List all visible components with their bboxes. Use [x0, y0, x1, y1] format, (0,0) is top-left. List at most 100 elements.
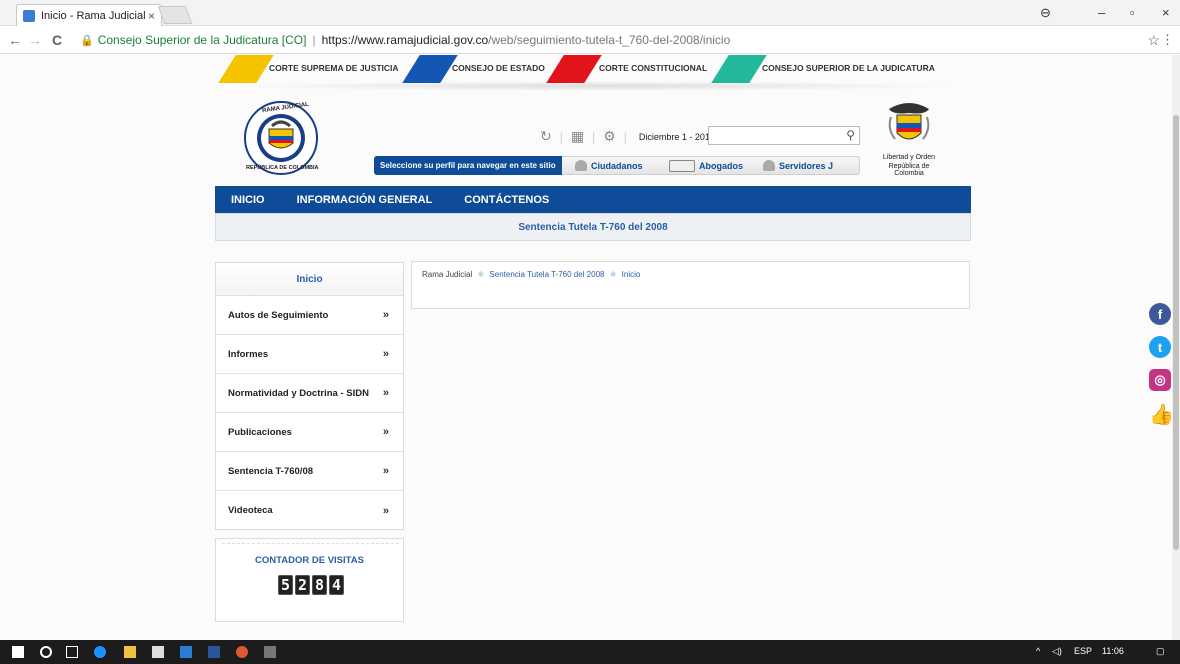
notifications-icon[interactable]: ▢ [1156, 646, 1165, 657]
tab-close-icon[interactable]: × [148, 9, 155, 23]
app-icon[interactable] [264, 646, 276, 658]
link-consejo-superior[interactable]: CONSEJO SUPERIOR DE LA JUDICATURA [762, 63, 935, 73]
link-corte-constitucional[interactable]: CORTE CONSTITUCIONAL [599, 63, 707, 73]
breadcrumb-root[interactable]: Rama Judicial [422, 270, 472, 279]
chrome-icon[interactable] [236, 646, 248, 658]
file-explorer-icon[interactable] [124, 646, 136, 658]
thumbs-up-icon[interactable]: 👍 [1149, 402, 1172, 427]
instagram-icon[interactable]: ◎ [1149, 369, 1171, 391]
language-indicator[interactable]: ESP [1074, 646, 1092, 656]
browser-tab-bar: Inicio - Rama Judicial × ⊖ – ▫ × [0, 0, 1180, 26]
lock-icon: 🔒 [80, 34, 94, 47]
counter-digit: 4 [329, 575, 344, 595]
sidebar-item-sentencia[interactable]: Sentencia T-760/08 » [216, 452, 403, 491]
sidebar-item-label: Videoteca [228, 505, 273, 516]
profile-servidores-button[interactable]: Servidores J [763, 157, 833, 174]
sidebar-item-autos[interactable]: Autos de Seguimiento » [216, 296, 403, 335]
nav-informacion-general[interactable]: INFORMACIÓN GENERAL [281, 194, 449, 206]
divider [222, 543, 399, 544]
page-scrollbar[interactable] [1172, 55, 1180, 640]
tool-divider: | [559, 129, 563, 144]
facebook-icon[interactable]: f [1149, 303, 1171, 325]
chevron-right-icon: » [382, 309, 389, 321]
sidebar-item-label: Autos de Seguimiento [228, 309, 329, 321]
twitter-icon[interactable]: t [1149, 336, 1171, 358]
sidebar-item-label: Informes [228, 348, 269, 360]
sidebar-heading[interactable]: Inicio [216, 263, 403, 296]
restore-button[interactable]: ▫ [1130, 5, 1135, 20]
sidebar-item-informes[interactable]: Informes » [216, 335, 403, 374]
chevron-right-icon: » [382, 387, 389, 399]
coat-caption-1: Libertad y Orden [882, 154, 936, 161]
task-view-icon[interactable] [66, 646, 78, 658]
site-search-input[interactable]: ⚲ [708, 126, 860, 145]
word-icon[interactable] [208, 646, 220, 658]
branch-color-stripe [402, 55, 458, 83]
counter-digit: 2 [295, 575, 310, 595]
colombia-coat-of-arms: Libertad y Orden República de Colombia [873, 99, 945, 177]
account-icon[interactable]: ⊖ [1040, 5, 1051, 21]
store-icon[interactable] [152, 646, 164, 658]
search-icon[interactable] [40, 646, 52, 658]
page-title: Sentencia Tutela T-760 del 2008 [215, 213, 971, 241]
forward-button[interactable]: → [28, 32, 42, 48]
group-icon [763, 160, 775, 171]
counter-digits: 5 2 8 4 [278, 575, 344, 595]
sidebar-item-publicaciones[interactable]: Publicaciones » [216, 413, 403, 452]
edge-icon[interactable] [94, 646, 106, 658]
counter-digit: 5 [278, 575, 293, 595]
sidebar-menu: Inicio Autos de Seguimiento » Informes »… [215, 262, 404, 530]
sidebar-item-videoteca[interactable]: Videoteca » [216, 491, 403, 530]
site-identity[interactable]: Consejo Superior de la Judicatura [CO] [98, 33, 307, 47]
settings-icon[interactable]: ⚙ [603, 128, 616, 145]
nav-contactenos[interactable]: CONTÁCTENOS [448, 194, 565, 206]
clock[interactable]: 11:06 [1102, 646, 1124, 656]
branch-color-stripe [711, 55, 767, 83]
search-icon[interactable]: ⚲ [846, 128, 855, 142]
breadcrumb-item[interactable]: Sentencia Tutela T-760 del 2008 [489, 270, 604, 279]
system-tray-icon[interactable]: ^ [1036, 646, 1040, 656]
visit-counter: CONTADOR DE VISITAS 5 2 8 4 [215, 538, 404, 622]
breadcrumb: Rama Judicial ⁜ Sentencia Tutela T-760 d… [411, 261, 970, 309]
browser-tab[interactable]: Inicio - Rama Judicial × [16, 4, 162, 26]
app-icon[interactable] [180, 646, 192, 658]
branch-links-bar: CORTE SUPREMA DE JUSTICIA CONSEJO DE EST… [215, 55, 972, 83]
back-button[interactable]: ← [8, 32, 22, 48]
counter-digit: 8 [312, 575, 327, 595]
minimize-button[interactable]: – [1098, 5, 1105, 20]
favicon-icon [23, 9, 35, 22]
profile-ciudadanos-button[interactable]: Ciudadanos [575, 157, 643, 174]
profile-option-label: Ciudadanos [591, 160, 643, 171]
new-tab-button[interactable] [157, 6, 193, 24]
link-consejo-estado[interactable]: CONSEJO DE ESTADO [452, 63, 545, 73]
browser-menu-icon[interactable]: ⋮ [1161, 32, 1174, 48]
windows-start-icon[interactable] [12, 646, 24, 658]
url-path: /web/seguimiento-tutela-t_760-del-2008/i… [488, 33, 731, 47]
sidebar-item-label: Publicaciones [228, 426, 292, 438]
volume-icon[interactable]: ◁) [1052, 646, 1062, 657]
nav-inicio[interactable]: INICIO [215, 194, 281, 206]
scrollbar-thumb[interactable] [1173, 115, 1179, 550]
bookmark-star-icon[interactable]: ☆ [1147, 32, 1160, 49]
sidebar-item-label: Normatividad y Doctrina - SIDN [228, 387, 369, 399]
refresh-icon[interactable]: ↻ [540, 128, 552, 145]
sidebar-item-label: Sentencia T-760/08 [228, 465, 314, 477]
sidebar-item-normatividad[interactable]: Normatividad y Doctrina - SIDN » [216, 374, 403, 413]
logo-text-bottom: REPÚBLICA DE COLOMBIA [246, 165, 319, 171]
link-corte-suprema[interactable]: CORTE SUPREMA DE JUSTICIA [269, 63, 399, 73]
coat-caption-2: República de Colombia [888, 163, 930, 177]
profile-option-label: Servidores J [779, 160, 834, 171]
url-host: https://www.ramajudicial.gov.co [321, 33, 489, 47]
sitemap-icon[interactable]: ▦ [571, 128, 584, 145]
url-field[interactable]: 🔒 Consejo Superior de la Judicatura [CO]… [80, 30, 1148, 50]
chevron-right-icon: » [382, 504, 389, 517]
current-date: Diciembre 1 - 2017 [638, 131, 715, 142]
close-window-button[interactable]: × [1162, 5, 1170, 20]
profile-abogados-button[interactable]: Abogados [669, 157, 743, 174]
reload-button[interactable]: C [52, 32, 62, 48]
profile-prompt: Seleccione su perfil para navegar en est… [374, 156, 562, 175]
rama-judicial-logo[interactable]: RAMA JUDICIAL REPÚBLICA DE COLOMBIA [236, 99, 326, 177]
breadcrumb-item[interactable]: Inicio [622, 270, 641, 279]
header-tools: ↻ | ▦ | ⚙ | Diciembre 1 - 2017 [540, 128, 715, 145]
chevron-right-icon: » [382, 465, 389, 477]
